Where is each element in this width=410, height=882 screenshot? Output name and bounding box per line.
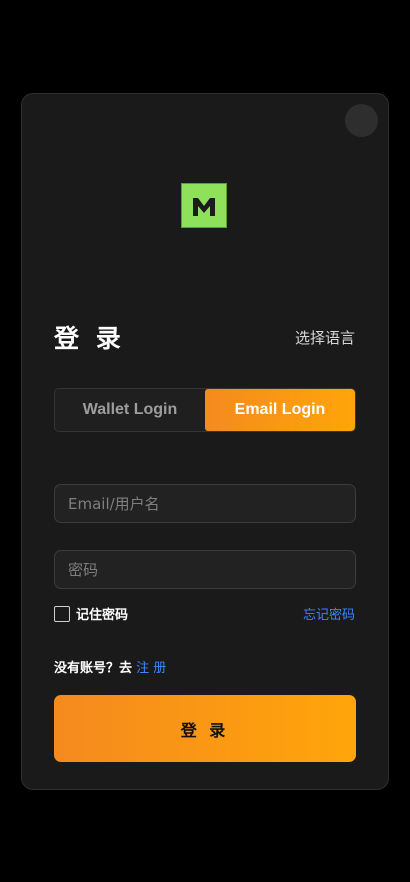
email-field[interactable] — [54, 484, 356, 523]
m-logo-glyph — [193, 197, 215, 216]
login-method-tabs: Wallet Login Email Login — [54, 388, 356, 432]
page-title: 登 录 — [54, 324, 125, 353]
remember-password: 记住密码 — [54, 604, 128, 623]
signup-row: 没有账号？去 注 册 — [54, 657, 166, 676]
tab-email-login[interactable]: Email Login — [205, 389, 355, 431]
close-icon[interactable] — [345, 104, 378, 137]
login-button[interactable]: 登 录 — [54, 695, 356, 762]
m-logo-icon — [181, 183, 227, 228]
remember-checkbox[interactable] — [54, 605, 70, 622]
language-selector[interactable]: 选择语言 — [295, 327, 355, 348]
password-field[interactable] — [54, 550, 356, 589]
forgot-password-link[interactable]: 忘记密码 — [303, 604, 355, 623]
signup-link[interactable]: 注 册 — [136, 661, 166, 676]
remember-label: 记住密码 — [76, 608, 129, 623]
tab-wallet-login[interactable]: Wallet Login — [55, 389, 205, 431]
signup-prompt: 没有账号？去 — [54, 661, 133, 676]
